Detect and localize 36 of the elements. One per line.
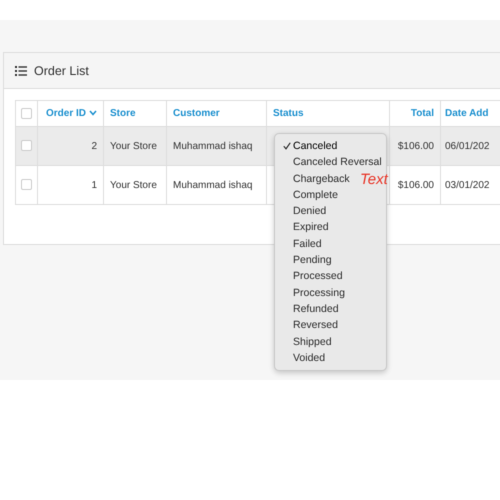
select-all-checkbox[interactable] [21, 108, 32, 119]
panel-title: Order List [34, 64, 89, 78]
status-option[interactable]: Complete [293, 186, 338, 204]
annotation-text: Text [360, 171, 388, 188]
list-icon [15, 66, 27, 76]
status-option[interactable]: Denied [293, 203, 326, 220]
column-header[interactable]: Store [110, 108, 136, 119]
status-option[interactable]: Reversed [293, 317, 338, 334]
status-option[interactable]: Expired [293, 219, 329, 236]
status-option[interactable]: Failed [293, 236, 322, 252]
status-option[interactable]: Pending [293, 252, 332, 268]
status-option[interactable]: Shipped [293, 334, 332, 350]
table-cell: 1 [91, 180, 97, 190]
sort-caret-icon [89, 110, 97, 116]
status-option[interactable]: Canceled Reversal [293, 154, 382, 171]
table-cell: $106.00 [398, 180, 434, 190]
row-checkbox[interactable] [21, 179, 32, 190]
status-option[interactable]: Refunded [293, 300, 339, 318]
table-cell: Muhammad ishaq [173, 180, 252, 190]
status-option[interactable]: Processing [293, 284, 345, 301]
row-checkbox[interactable] [21, 140, 32, 152]
status-option[interactable]: Chargeback [293, 170, 350, 187]
table-cell: Your Store [110, 140, 157, 152]
table-cell: 03/01/202 [445, 180, 490, 190]
table-cell: Your Store [110, 180, 157, 190]
column-header[interactable]: Customer [173, 108, 220, 119]
column-header[interactable]: Total [410, 108, 434, 119]
table-cell: Muhammad ishaq [173, 140, 252, 152]
status-option[interactable]: Canceled [293, 138, 338, 154]
column-header[interactable]: Status [273, 108, 304, 119]
status-option[interactable]: Voided [293, 350, 326, 366]
table-cell: $106.00 [398, 140, 434, 152]
table-cell: 2 [91, 140, 97, 152]
status-option[interactable]: Processed [293, 268, 343, 285]
table-cell: 06/01/202 [445, 140, 490, 152]
checkmark-icon [283, 142, 291, 150]
